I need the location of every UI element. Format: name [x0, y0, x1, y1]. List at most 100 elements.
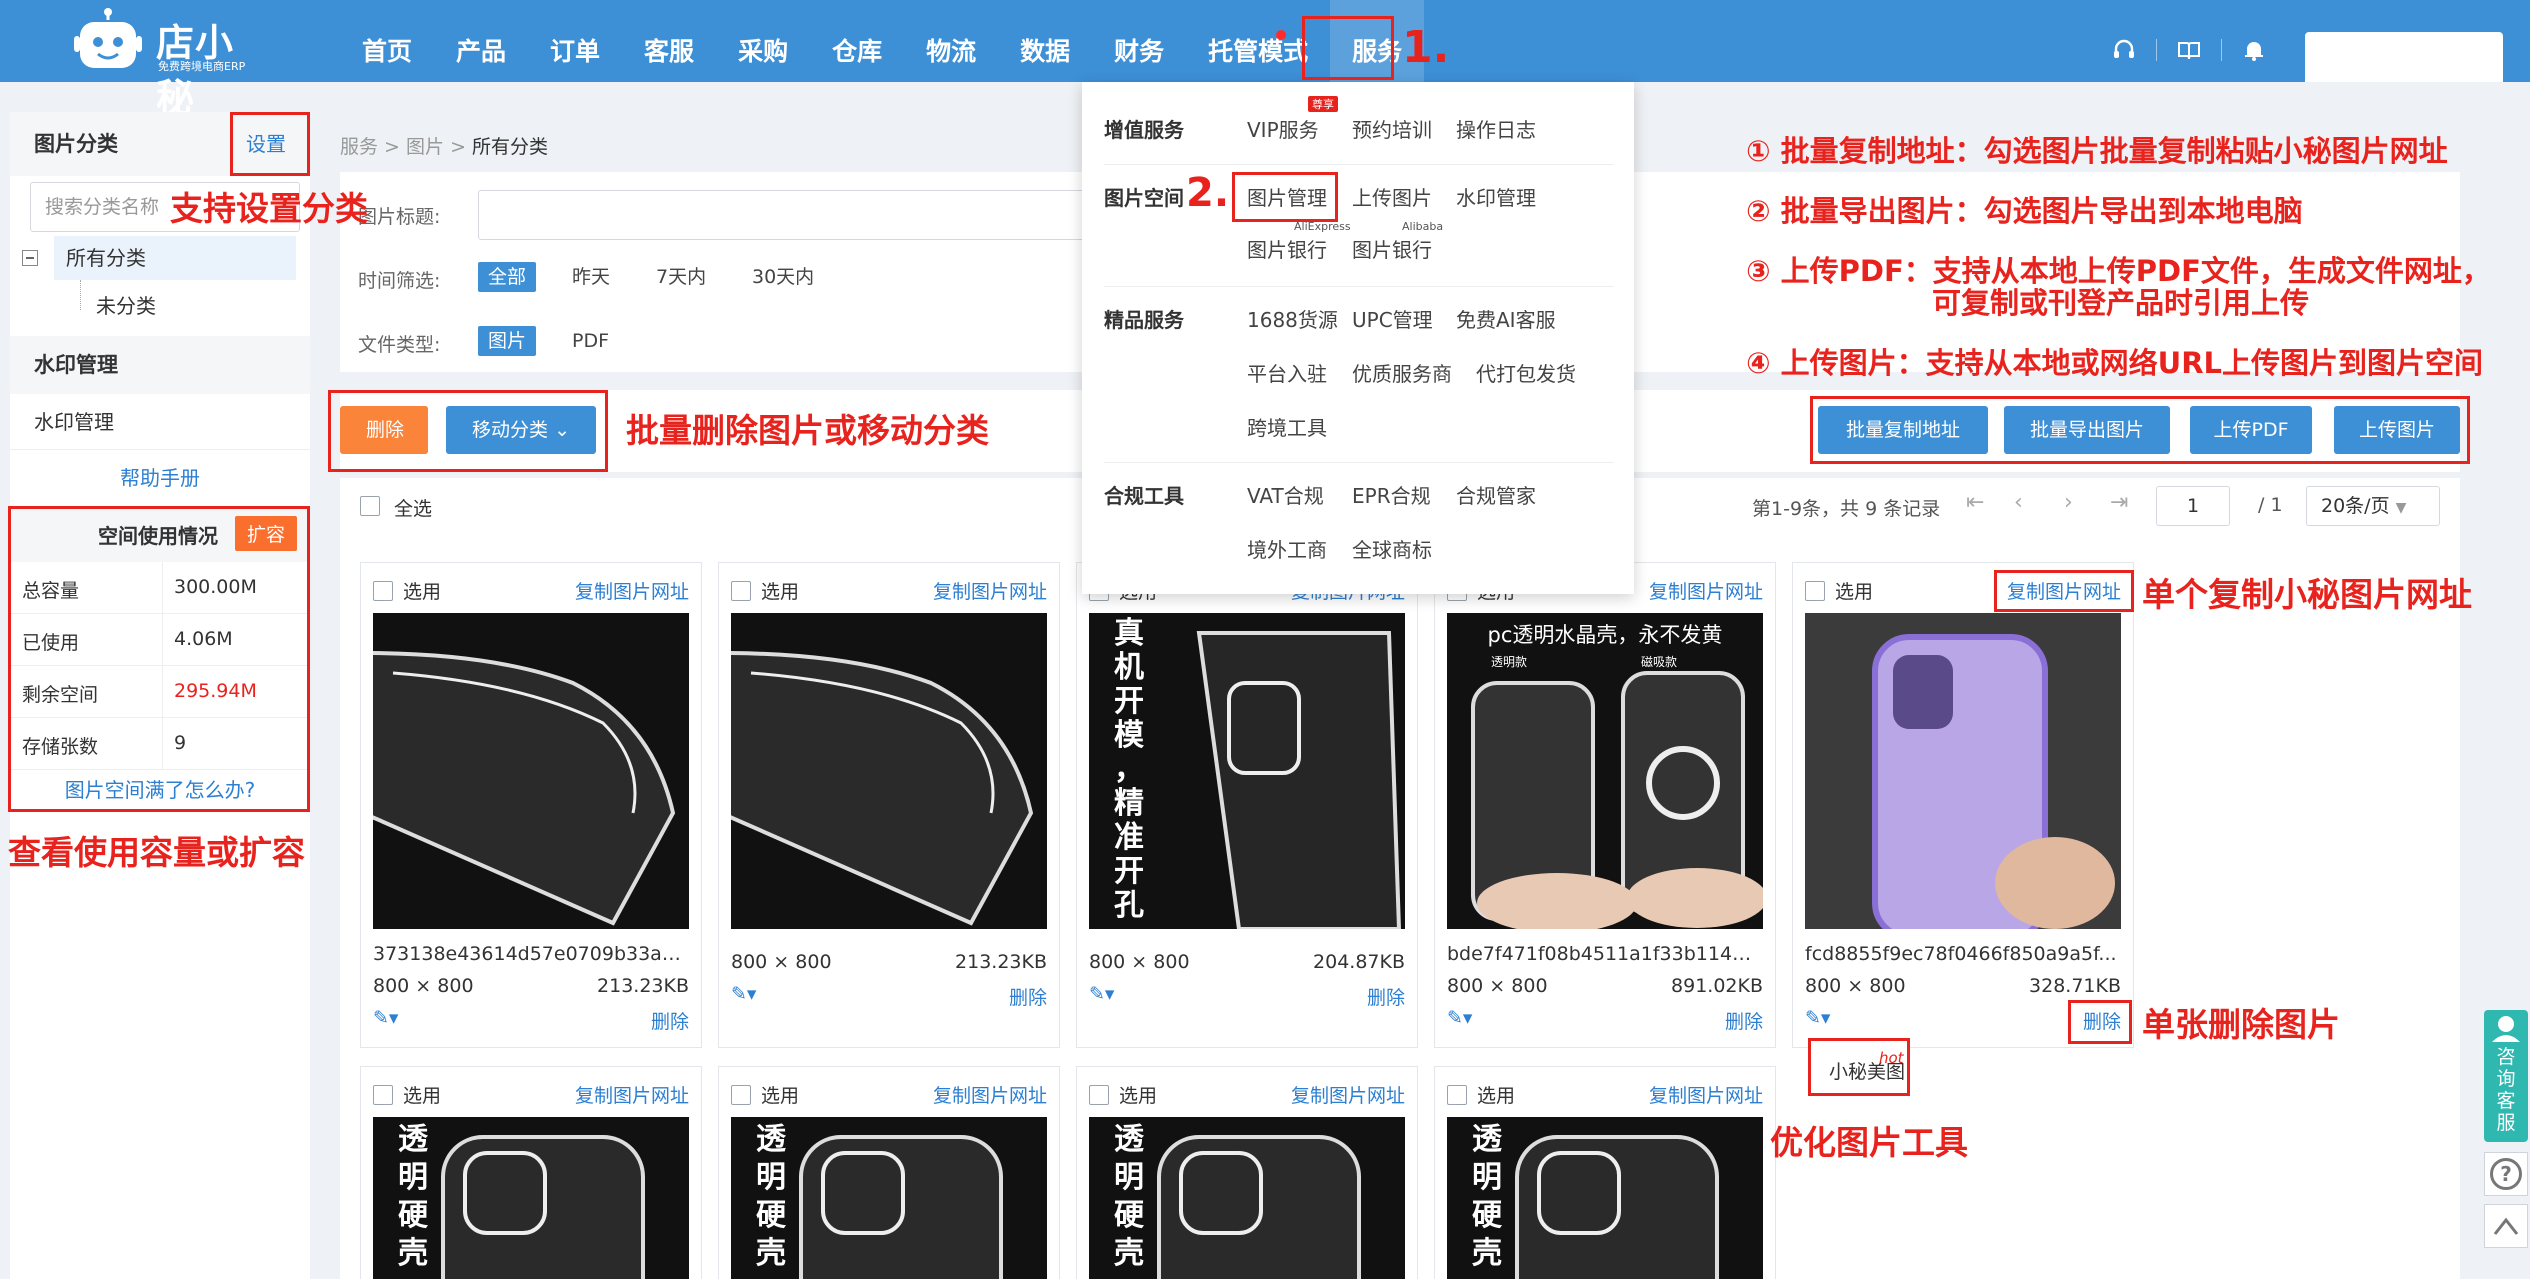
- back-to-top-button[interactable]: [2484, 1204, 2528, 1248]
- card-checkbox[interactable]: [1447, 1085, 1467, 1105]
- nav-warehouse[interactable]: 仓库: [810, 0, 904, 82]
- dropdown-aliexpress-image-bank[interactable]: 图片银行: [1247, 234, 1327, 263]
- card-delete-link[interactable]: 删除: [651, 1007, 689, 1034]
- card-checkbox[interactable]: [373, 1085, 393, 1105]
- image-card[interactable]: 选用 复制图片网址 pc透明水晶壳，永不发黄 透明款 磁吸款 bde7f471f…: [1434, 562, 1776, 1048]
- copy-url-link[interactable]: 复制图片网址: [1649, 1081, 1763, 1108]
- dropdown-overseas-business[interactable]: 境外工商: [1247, 534, 1327, 563]
- image-tool-tooltip[interactable]: 小秘美图 hot: [1808, 1038, 1910, 1096]
- dropdown-upc[interactable]: UPC管理: [1352, 304, 1433, 333]
- card-delete-link[interactable]: 删除: [1009, 983, 1047, 1010]
- copy-url-link[interactable]: 复制图片网址: [1649, 577, 1763, 604]
- card-select-label[interactable]: 选用: [1835, 577, 1873, 604]
- magic-wand-icon[interactable]: ✎▾: [1089, 983, 1114, 1005]
- card-select-label[interactable]: 选用: [403, 577, 441, 604]
- phone-case-image[interactable]: 透明硬壳: [731, 1117, 1047, 1279]
- image-card[interactable]: 选用 复制图片网址 800 × 800 213.23KB ✎▾ 删除: [718, 562, 1060, 1048]
- magic-wand-icon[interactable]: ✎▾: [373, 1007, 398, 1029]
- dropdown-operation-log[interactable]: 操作日志: [1456, 114, 1536, 143]
- copy-url-link[interactable]: 复制图片网址: [933, 1081, 1047, 1108]
- card-checkbox[interactable]: [1805, 581, 1825, 601]
- card-checkbox[interactable]: [1089, 1085, 1109, 1105]
- first-page-icon[interactable]: ⇤: [1966, 490, 1984, 515]
- time-filter-all[interactable]: 全部: [478, 262, 537, 292]
- magic-wand-icon[interactable]: ✎▾: [731, 983, 756, 1005]
- image-card[interactable]: 选用 复制图片网址 透明硬壳: [718, 1066, 1060, 1279]
- next-page-icon[interactable]: ›: [2064, 490, 2073, 515]
- copy-url-link[interactable]: 复制图片网址: [1291, 1081, 1405, 1108]
- nav-data[interactable]: 数据: [998, 0, 1092, 82]
- time-filter-yesterday[interactable]: 昨天: [562, 262, 620, 292]
- phone-case-image[interactable]: [731, 613, 1047, 929]
- dropdown-watermark[interactable]: 水印管理: [1456, 182, 1536, 211]
- copy-url-link[interactable]: 复制图片网址: [575, 577, 689, 604]
- phone-case-image[interactable]: pc透明水晶壳，永不发黄 透明款 磁吸款: [1447, 613, 1763, 929]
- brand-logo[interactable]: 店小秘 免费跨境电商ERP: [74, 4, 264, 120]
- dropdown-upload-image[interactable]: 上传图片: [1352, 182, 1432, 211]
- card-delete-link[interactable]: 删除: [1725, 1007, 1763, 1034]
- nav-purchase[interactable]: 采购: [716, 0, 810, 82]
- image-card[interactable]: 选用 复制图片网址 透明硬壳: [1434, 1066, 1776, 1279]
- dropdown-vat[interactable]: VAT合规: [1247, 480, 1324, 509]
- magic-wand-icon[interactable]: ✎▾: [1805, 1007, 1830, 1029]
- breadcrumb-images[interactable]: 图片: [406, 136, 444, 158]
- help-question-button[interactable]: ?: [2484, 1152, 2528, 1196]
- nav-logistics[interactable]: 物流: [904, 0, 998, 82]
- dropdown-packing[interactable]: 代打包发货: [1476, 358, 1576, 387]
- copy-url-link[interactable]: 复制图片网址: [933, 577, 1047, 604]
- time-filter-30days[interactable]: 30天内: [742, 262, 824, 292]
- dropdown-global-trademark[interactable]: 全球商标: [1352, 534, 1432, 563]
- card-select-label[interactable]: 选用: [1477, 1081, 1515, 1108]
- help-manual-link[interactable]: 帮助手册: [10, 462, 310, 491]
- copy-url-link[interactable]: 复制图片网址: [575, 1081, 689, 1108]
- sidebar-item-watermark[interactable]: 水印管理: [10, 394, 310, 450]
- image-card[interactable]: 选用 复制图片网址 fcd8855f9ec78f0466f850a9a5f...…: [1792, 562, 2134, 1048]
- card-select-label[interactable]: 选用: [761, 577, 799, 604]
- phone-case-image[interactable]: 真机开模，精准开孔: [1089, 613, 1405, 929]
- phone-case-image[interactable]: 透明硬壳: [373, 1117, 689, 1279]
- book-icon[interactable]: [2175, 36, 2203, 64]
- type-filter-image[interactable]: 图片: [478, 326, 537, 356]
- dropdown-alibaba-image-bank[interactable]: 图片银行: [1352, 234, 1432, 263]
- phone-case-image[interactable]: [373, 613, 689, 929]
- nav-customer-service[interactable]: 客服: [622, 0, 716, 82]
- phone-case-image[interactable]: [1805, 613, 2121, 929]
- tree-item-uncategorized[interactable]: 未分类: [96, 284, 156, 328]
- dropdown-vip-service[interactable]: VIP服务: [1247, 114, 1319, 143]
- image-card[interactable]: 选用 复制图片网址 透明硬壳: [1076, 1066, 1418, 1279]
- consult-service-button[interactable]: 咨询客服: [2484, 1010, 2528, 1142]
- nav-finance[interactable]: 财务: [1092, 0, 1186, 82]
- dropdown-service-providers[interactable]: 优质服务商: [1352, 358, 1452, 387]
- dropdown-training[interactable]: 预约培训: [1352, 114, 1432, 143]
- page-size-select[interactable]: 20条/页 ▼: [2306, 486, 2440, 526]
- dropdown-platform-entry[interactable]: 平台入驻: [1247, 358, 1327, 387]
- type-filter-pdf[interactable]: PDF: [562, 326, 619, 356]
- dropdown-epr[interactable]: EPR合规: [1352, 480, 1431, 509]
- prev-page-icon[interactable]: ‹: [2014, 490, 2023, 515]
- headset-icon[interactable]: [2110, 36, 2138, 64]
- time-filter-7days[interactable]: 7天内: [646, 262, 716, 292]
- bell-icon[interactable]: [2240, 36, 2268, 64]
- card-checkbox[interactable]: [373, 581, 393, 601]
- tree-collapse-icon[interactable]: [22, 250, 38, 266]
- dropdown-crossborder-tools[interactable]: 跨境工具: [1247, 412, 1327, 441]
- dropdown-compliance-manager[interactable]: 合规管家: [1456, 480, 1536, 509]
- card-select-label[interactable]: 选用: [1119, 1081, 1157, 1108]
- card-checkbox[interactable]: [731, 1085, 751, 1105]
- card-checkbox[interactable]: [731, 581, 751, 601]
- magic-wand-icon[interactable]: ✎▾: [1447, 1007, 1472, 1029]
- image-card[interactable]: 选用 复制图片网址 真机开模，精准开孔 800 × 800 204.87KB ✎…: [1076, 562, 1418, 1048]
- select-all-checkbox[interactable]: [360, 496, 380, 516]
- image-card[interactable]: 选用 复制图片网址 373138e43614d57e0709b33a7... 8…: [360, 562, 702, 1048]
- phone-case-image[interactable]: 透明硬壳: [1447, 1117, 1763, 1279]
- card-delete-link[interactable]: 删除: [1367, 983, 1405, 1010]
- page-number-input[interactable]: 1: [2156, 486, 2230, 526]
- phone-case-image[interactable]: 透明硬壳: [1089, 1117, 1405, 1279]
- dropdown-ai-service[interactable]: 免费AI客服: [1456, 304, 1556, 333]
- dropdown-1688-source[interactable]: 1688货源: [1247, 304, 1338, 333]
- breadcrumb-services[interactable]: 服务: [340, 136, 378, 158]
- card-select-label[interactable]: 选用: [761, 1081, 799, 1108]
- last-page-icon[interactable]: ⇥: [2110, 490, 2128, 515]
- select-all-label[interactable]: 全选: [394, 494, 432, 521]
- nav-products[interactable]: 产品: [434, 0, 528, 82]
